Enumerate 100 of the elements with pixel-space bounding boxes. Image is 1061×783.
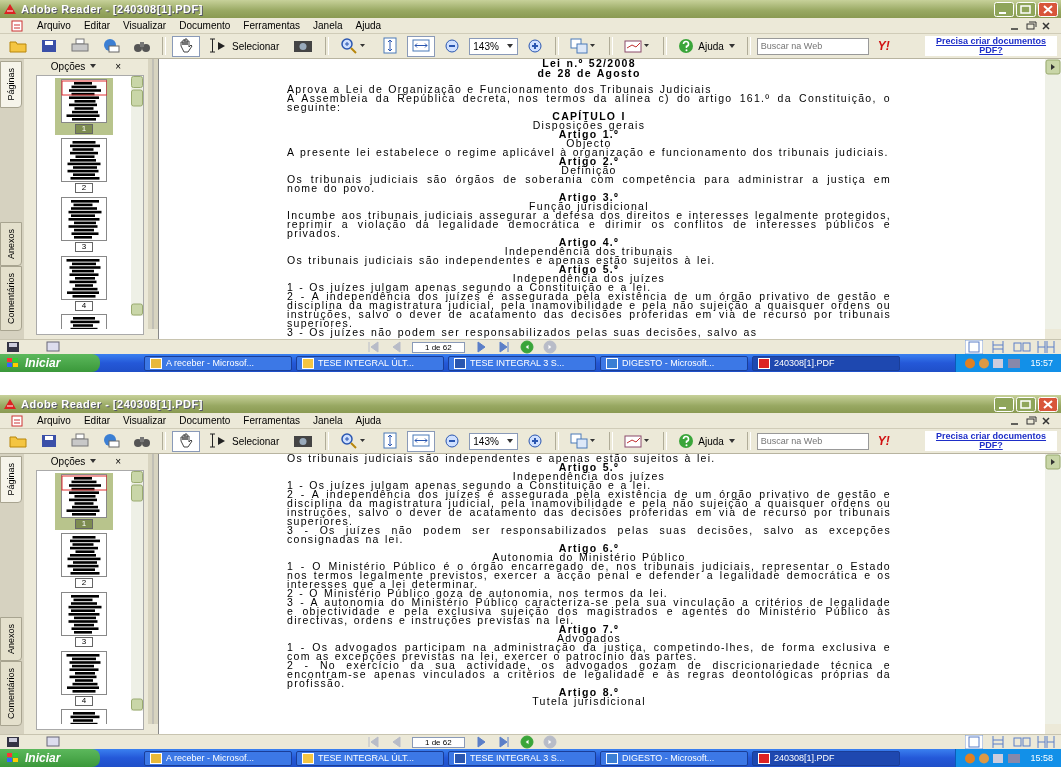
- paragraph: 2 - A independência dos juízes é assegurada pela existência de um órgão privativo de gestão e disciplina da magistratura judicial, pela inamovibilidade e pela não sujeição a quaisquer ordens ou instruções, salvo o dever de acatamento das decisões proferidas em via de recurso por tribunais superiores.: [287, 292, 891, 328]
- printer-icon: [71, 37, 89, 55]
- close-panel-button[interactable]: ×: [113, 455, 124, 467]
- hand-button[interactable]: [172, 430, 200, 452]
- continuous-facing-icon[interactable]: [1037, 735, 1055, 749]
- page-number-field[interactable]: 1 de 62: [412, 736, 465, 748]
- side-tab[interactable]: Páginas: [0, 456, 22, 503]
- section-subtitle: Independência dos tribunais: [504, 247, 674, 256]
- hand-icon: [177, 37, 195, 55]
- options-menu[interactable]: Opções: [48, 60, 100, 72]
- menu-item[interactable]: Janela: [313, 415, 343, 426]
- search-field[interactable]: Buscar na Web: [756, 432, 869, 450]
- taskbar-button[interactable]: A receber - Microsof...: [144, 355, 292, 371]
- last-page-icon[interactable]: [496, 735, 511, 749]
- menu-item[interactable]: Documento: [179, 20, 231, 31]
- minus-circle-icon: [443, 432, 462, 450]
- page-thumbnail[interactable]: 1: [55, 473, 113, 530]
- menu-item[interactable]: Arquivo: [37, 415, 71, 426]
- section-heading: Artigo 6.º: [557, 544, 620, 553]
- fit-width-button[interactable]: [407, 430, 436, 452]
- minimize-button[interactable]: [994, 396, 1014, 412]
- side-tab[interactable]: Páginas: [0, 61, 22, 108]
- scrollbar[interactable]: [131, 471, 143, 711]
- options-menu[interactable]: Opções: [48, 455, 100, 467]
- monitor-icon[interactable]: [46, 736, 60, 748]
- restore-document-icon[interactable]: [1025, 415, 1037, 426]
- select-tool-button[interactable]: Selecionar: [203, 35, 285, 57]
- windows-flag-icon: [6, 357, 20, 369]
- promo-link[interactable]: Precisa criar documentos PDF?: [925, 36, 1057, 56]
- paragraph: Os tribunais judiciais são independentes e apenas estão sujeitos à lei.: [287, 454, 717, 463]
- taskbar-button[interactable]: 240308[1].PDF: [752, 750, 900, 766]
- close-button[interactable]: [1038, 396, 1058, 412]
- select-tool-button[interactable]: Selecionar: [203, 430, 285, 452]
- maximize-button[interactable]: [1016, 396, 1036, 412]
- caret-icon: [727, 438, 736, 444]
- close-panel-button[interactable]: ×: [113, 60, 124, 72]
- globe-envelope-icon: [102, 37, 120, 55]
- menu-item[interactable]: Ferramentas: [243, 20, 301, 31]
- search-field[interactable]: Buscar na Web: [756, 37, 869, 55]
- taskbar-button[interactable]: 240308[1].PDF: [752, 355, 900, 371]
- side-tab[interactable]: Anexos: [0, 616, 22, 661]
- taskbar-button[interactable]: TESE INTEGRAL 3 S...: [448, 750, 596, 766]
- menu-item[interactable]: Documento: [179, 415, 231, 426]
- promo-link[interactable]: Precisa criar documentos PDF?: [925, 431, 1057, 451]
- close-document-icon[interactable]: [1041, 415, 1051, 426]
- side-tab[interactable]: Comentários: [0, 265, 22, 331]
- restore-document-icon[interactable]: [1025, 20, 1037, 31]
- section-heading: Artigo 5.º: [558, 463, 620, 472]
- menu-item[interactable]: Visualizar: [123, 20, 167, 31]
- scrollbar[interactable]: [1045, 59, 1061, 329]
- monitor-icon[interactable]: [46, 341, 60, 353]
- hand-button[interactable]: [172, 35, 200, 57]
- menu-item[interactable]: Visualizar: [123, 415, 167, 426]
- facing-pages-icon[interactable]: [1013, 340, 1031, 354]
- menu-item[interactable]: Editar: [83, 415, 111, 426]
- page-thumbnail[interactable]: 1: [55, 78, 113, 135]
- menu-item[interactable]: Ajuda: [355, 415, 382, 426]
- window-icon: [454, 357, 466, 369]
- scrollbar[interactable]: [131, 76, 143, 316]
- taskbar-button[interactable]: TESE INTEGRAL ÚLT...: [296, 355, 444, 371]
- scrollbar[interactable]: [1045, 454, 1061, 724]
- side-tab[interactable]: Comentários: [0, 660, 22, 726]
- taskbar-button[interactable]: A receber - Microsof...: [144, 750, 292, 766]
- continuous-page-icon[interactable]: [989, 340, 1007, 354]
- maximize-button[interactable]: [1016, 1, 1036, 17]
- help-button[interactable]: Ajuda: [673, 35, 741, 57]
- window-icon: [302, 357, 314, 369]
- help-button[interactable]: Ajuda: [673, 430, 741, 452]
- caret-icon: [506, 438, 515, 444]
- menu-item[interactable]: Janela: [313, 20, 343, 31]
- single-page-icon[interactable]: [965, 735, 983, 749]
- single-page-icon[interactable]: [965, 340, 983, 354]
- fit-width-button[interactable]: [407, 35, 436, 57]
- back-circle-icon[interactable]: [519, 735, 534, 749]
- taskbar-button[interactable]: TESE INTEGRAL ÚLT...: [296, 750, 444, 766]
- close-button[interactable]: [1038, 1, 1058, 17]
- menu-item[interactable]: Editar: [83, 20, 111, 31]
- section-subtitle: Tutela jurisdicional: [531, 697, 647, 706]
- taskbar-button[interactable]: DIGESTO - Microsoft...: [600, 355, 748, 371]
- page-number-field[interactable]: 1 de 62: [412, 341, 465, 353]
- zoom-field[interactable]: 143%: [469, 432, 519, 450]
- back-circle-icon[interactable]: [519, 340, 534, 354]
- continuous-page-icon[interactable]: [989, 735, 1007, 749]
- section-heading: Artigo 1.º: [558, 130, 620, 139]
- menu-item[interactable]: Ajuda: [355, 20, 382, 31]
- section-heading: Artigo 3.º: [558, 193, 620, 202]
- menu-item[interactable]: Ferramentas: [243, 415, 301, 426]
- close-document-icon[interactable]: [1041, 20, 1051, 31]
- menu-item[interactable]: Arquivo: [37, 20, 71, 31]
- taskbar-button[interactable]: DIGESTO - Microsoft...: [600, 750, 748, 766]
- document-icon: [10, 414, 24, 427]
- last-page-icon[interactable]: [496, 340, 511, 354]
- caret-icon: [89, 63, 98, 69]
- facing-pages-icon[interactable]: [1013, 735, 1031, 749]
- section-subtitle: Objecto: [566, 139, 612, 148]
- minimize-button[interactable]: [994, 1, 1014, 17]
- continuous-facing-icon[interactable]: [1037, 340, 1055, 354]
- zoom-field[interactable]: 143%: [469, 37, 519, 55]
- side-tab[interactable]: Anexos: [0, 221, 22, 266]
- taskbar-button[interactable]: TESE INTEGRAL 3 S...: [448, 355, 596, 371]
